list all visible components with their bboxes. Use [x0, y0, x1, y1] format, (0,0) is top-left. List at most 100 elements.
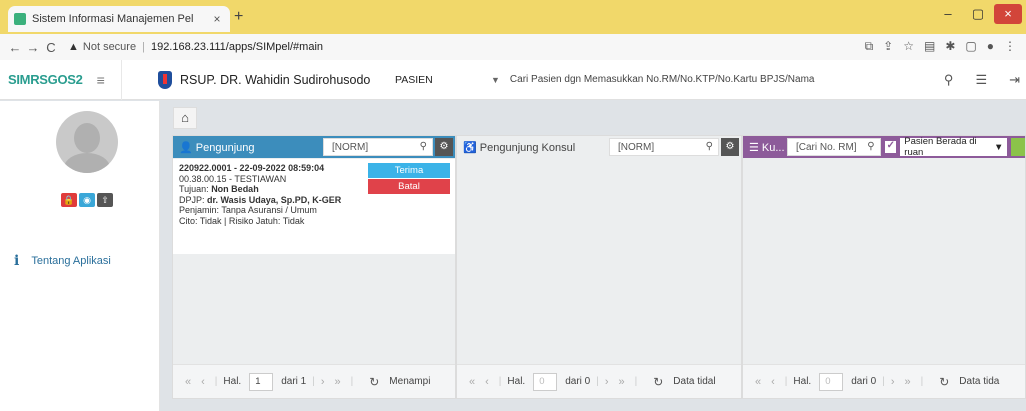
app-root: SIMRSGOS2 ≡ RSUP. DR. Wahidin Sudirohuso…	[0, 59, 1026, 411]
camera-icon[interactable]: ◉	[79, 193, 95, 207]
first-page-icon[interactable]: «	[469, 376, 475, 388]
page-count: dari 0	[851, 376, 877, 387]
home-icon: ⌂	[181, 110, 189, 125]
last-page-icon[interactable]: »	[619, 376, 625, 388]
maximize-button[interactable]: ▢	[964, 4, 992, 24]
logout-icon[interactable]: ⇥	[1009, 72, 1020, 88]
minimize-button[interactable]: –	[934, 4, 962, 24]
translate-icon[interactable]: ⧉	[865, 39, 874, 54]
norm-filter-input[interactable]: [NORM] ⚲	[609, 138, 719, 156]
panel-kunjungan: ☰ Ku... [Cari No. RM] ⚲ Pasien Berada di…	[742, 135, 1026, 399]
avatar-head	[74, 123, 100, 153]
page-input[interactable]: 0	[819, 372, 844, 391]
sidepanel-icon[interactable]: ▢	[965, 39, 976, 54]
share-icon[interactable]: ⇪	[883, 39, 893, 54]
gear-icon[interactable]: ⚙	[435, 138, 453, 156]
reading-list-icon[interactable]: ▤	[924, 39, 935, 54]
app-logo[interactable]: SIMRSGOS2	[8, 72, 83, 87]
next-page-icon[interactable]: ›	[321, 376, 325, 388]
first-page-icon[interactable]: «	[185, 376, 191, 388]
upload-icon[interactable]: ⇧	[97, 193, 113, 207]
lock-icon[interactable]: 🔒	[61, 193, 77, 207]
warning-icon: ▲	[68, 41, 79, 53]
terima-button[interactable]: Terima	[368, 163, 450, 178]
filter-checkbox[interactable]	[884, 140, 897, 153]
list-item[interactable]: 220922.0001 - 22-09-2022 08:59:04 00.38.…	[173, 159, 455, 254]
panel-title: 👤 Pengunjung	[179, 141, 255, 154]
browser-chrome: Sistem Informasi Manajemen Pel × + – ▢ ×…	[0, 0, 1026, 60]
hospital-logo-icon	[158, 70, 172, 89]
list-icon: ☰	[749, 141, 762, 154]
refresh-icon[interactable]: ↻	[939, 375, 949, 389]
location-select[interactable]: Pasien Berada di ruan ▼	[900, 136, 1008, 158]
panel-title: ☰ Ku...	[749, 141, 785, 154]
more-menu-icon[interactable]: ⋮	[1004, 39, 1016, 54]
security-label: Not secure	[82, 41, 137, 53]
rm-filter-input[interactable]: [Cari No. RM] ⚲	[787, 138, 881, 156]
card-actions: Terima Batal	[368, 163, 450, 195]
search-icon[interactable]: ⚲	[944, 72, 954, 88]
home-button[interactable]: ⌂	[173, 107, 197, 129]
panel-pengunjung: 👤 Pengunjung [NORM] ⚲ ⚙ 220922.0001 - 22…	[172, 135, 456, 399]
gear-icon[interactable]: ⚙	[721, 138, 739, 156]
pager-info: Data tida	[959, 376, 1000, 387]
penjamin: Penjamin: Tanpa Asuransi / Umum	[179, 205, 317, 216]
last-page-icon[interactable]: »	[905, 376, 911, 388]
first-page-icon[interactable]: «	[755, 376, 761, 388]
refresh-icon[interactable]: ↻	[653, 375, 663, 389]
extensions-icon[interactable]: ✱	[945, 39, 955, 54]
page-input[interactable]: 0	[533, 372, 558, 391]
reload-icon[interactable]: C	[42, 40, 60, 55]
topbar-icons: ⚲ ☰ ⇥	[944, 72, 1020, 88]
sidebar-item-about[interactable]: i Tentang Aplikasi	[14, 253, 111, 269]
app-topbar: SIMRSGOS2 ≡ RSUP. DR. Wahidin Sudirohuso…	[0, 59, 1026, 100]
page-count: dari 1	[281, 376, 307, 387]
list-icon[interactable]: ☰	[975, 72, 987, 88]
panel-header: ☰ Ku... [Cari No. RM] ⚲ Pasien Berada di…	[743, 136, 1025, 158]
last-page-icon[interactable]: »	[335, 376, 341, 388]
panel-konsul: ♿ Pengunjung Konsul [NORM] ⚲ ⚙ « ‹ | Hal…	[456, 135, 742, 399]
pager-info: Menampi	[389, 376, 431, 387]
url-text: 192.168.23.111/apps/SIMpel/#main	[150, 41, 323, 53]
avatar-body	[64, 153, 110, 173]
brand: SIMRSGOS2 ≡	[0, 59, 122, 100]
tab-title: Sistem Informasi Manajemen Pel	[32, 13, 194, 25]
back-icon[interactable]: ←	[6, 40, 24, 55]
context-label[interactable]: PASIEN	[395, 74, 491, 86]
info-icon: i	[14, 253, 20, 269]
page-label: Hal.	[507, 376, 526, 387]
batal-button[interactable]: Batal	[368, 179, 450, 194]
panel-header: 👤 Pengunjung [NORM] ⚲ ⚙	[173, 136, 455, 158]
tab-close-icon[interactable]: ×	[210, 12, 224, 26]
next-page-icon[interactable]: ›	[891, 376, 895, 388]
prev-page-icon[interactable]: ‹	[201, 376, 205, 388]
window-close-button[interactable]: ×	[994, 4, 1022, 24]
chevron-down-icon[interactable]: ▼	[491, 75, 500, 85]
prev-page-icon[interactable]: ‹	[485, 376, 489, 388]
browser-tab[interactable]: Sistem Informasi Manajemen Pel ×	[8, 6, 230, 32]
menu-button[interactable]	[1011, 138, 1025, 156]
search-icon[interactable]: ⚲	[420, 141, 427, 152]
address-bar: ← → C ▲ Not secure | 192.168.23.111/apps…	[0, 34, 1026, 60]
prev-page-icon[interactable]: ‹	[771, 376, 775, 388]
window-controls: – ▢ ×	[934, 4, 1022, 24]
hamburger-menu-icon[interactable]: ≡	[97, 72, 105, 88]
refresh-icon[interactable]: ↻	[369, 375, 379, 389]
dpjp: DPJP: dr. Wasis Udaya, Sp.PD, K-GER	[179, 194, 342, 205]
browser-toolbar: ⧉ ⇪ ☆ ▤ ✱ ▢ ● ⋮	[865, 39, 1016, 54]
url-field[interactable]: ▲ Not secure | 192.168.23.111/apps/SIMpe…	[68, 41, 323, 53]
pager-info: Data tidal	[673, 376, 716, 387]
patient-search-input[interactable]: Cari Pasien dgn Memasukkan No.RM/No.KTP/…	[510, 74, 940, 85]
page-label: Hal.	[793, 376, 812, 387]
search-icon[interactable]: ⚲	[706, 141, 713, 152]
new-tab-button[interactable]: +	[234, 8, 243, 26]
hospital-name: RSUP. DR. Wahidin Sudirohusodo	[180, 72, 371, 87]
bookmark-star-icon[interactable]: ☆	[903, 39, 914, 54]
page-input[interactable]: 1	[249, 372, 274, 391]
chevron-down-icon: ▼	[993, 141, 1004, 153]
search-icon[interactable]: ⚲	[867, 141, 874, 152]
forward-icon[interactable]: →	[24, 40, 42, 55]
profile-icon[interactable]: ●	[987, 39, 994, 54]
next-page-icon[interactable]: ›	[605, 376, 609, 388]
norm-filter-input[interactable]: [NORM] ⚲	[323, 138, 433, 156]
